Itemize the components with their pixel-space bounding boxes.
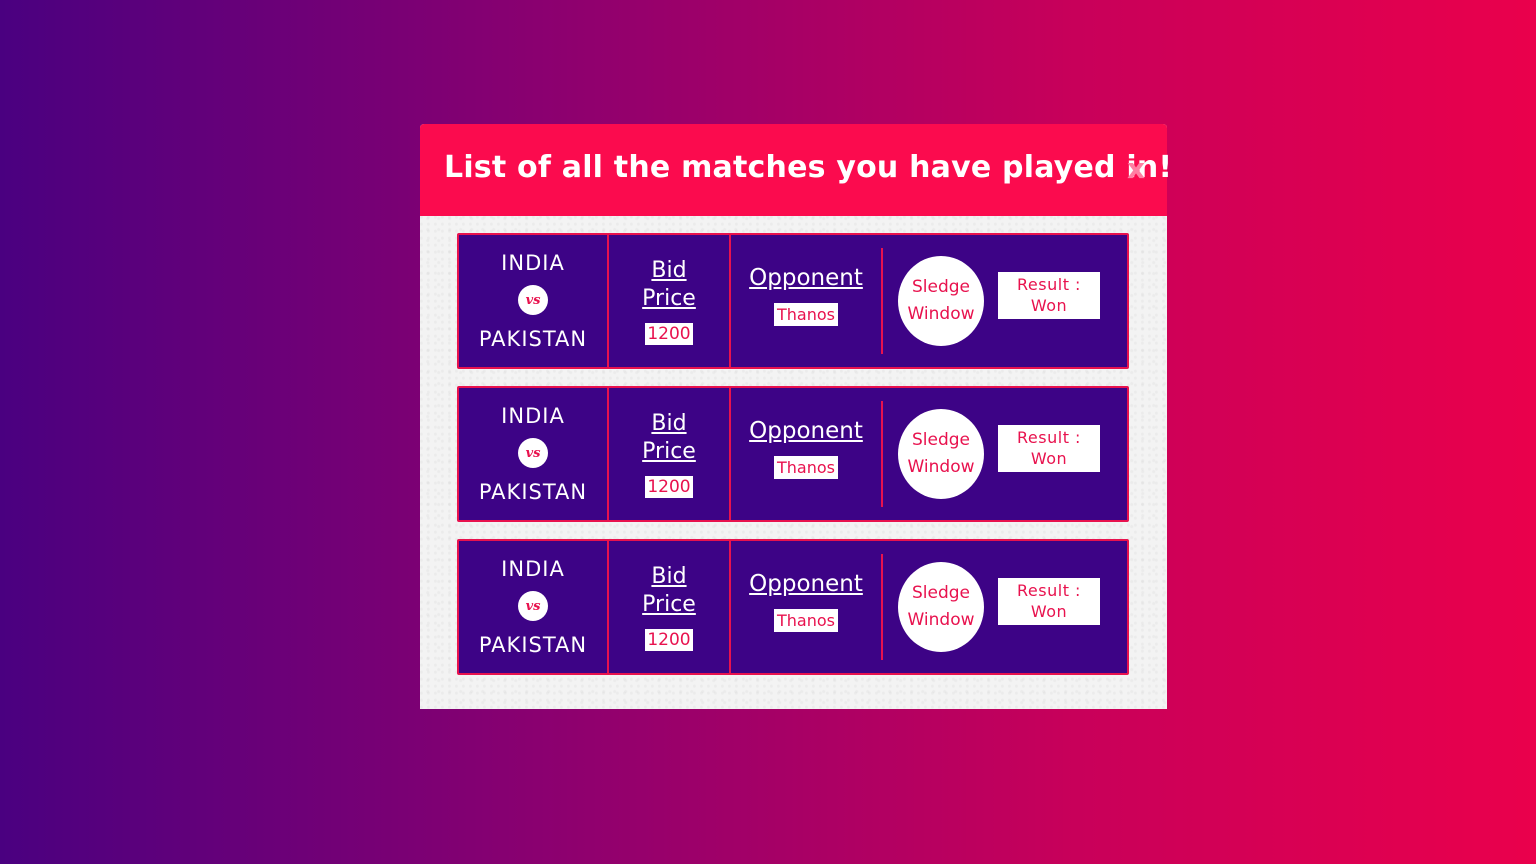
result-label: Result : [1017, 581, 1081, 600]
opponent-column: Opponent Thanos [731, 223, 881, 367]
team-b-name: PAKISTAN [478, 633, 588, 657]
sledge-window-button[interactable]: Sledge Window [898, 256, 984, 346]
result-label: Result : [1017, 428, 1081, 447]
result-value: Won [1030, 449, 1068, 468]
opponent-label: Opponent [749, 264, 863, 291]
opponent-column: Opponent Thanos [731, 376, 881, 520]
result-box: Result : Won [998, 424, 1100, 472]
bid-column: Bid Price 1200 [609, 388, 731, 520]
opponent-value: Thanos [774, 608, 838, 632]
opponent-value: Thanos [774, 302, 838, 326]
sledge-window-button[interactable]: Sledge Window [898, 409, 984, 499]
result-box: Result : Won [998, 577, 1100, 625]
matches-modal: List of all the matches you have played … [420, 124, 1172, 709]
vs-badge: vs [518, 285, 548, 315]
team-b-name: PAKISTAN [478, 327, 588, 351]
bid-column: Bid Price 1200 [609, 541, 731, 673]
result-value: Won [1030, 296, 1068, 315]
bid-price-value: 1200 [645, 476, 693, 498]
bid-column: Bid Price 1200 [609, 235, 731, 367]
close-button[interactable]: x [1127, 152, 1145, 185]
match-card: INDIA vs PAKISTAN Bid Price 1200 Opponen… [457, 233, 1129, 369]
bid-price-value: 1200 [645, 323, 693, 345]
teams-column: INDIA vs PAKISTAN [459, 541, 609, 673]
teams-column: INDIA vs PAKISTAN [459, 388, 609, 520]
opponent-value: Thanos [774, 455, 838, 479]
match-list: INDIA vs PAKISTAN Bid Price 1200 Opponen… [457, 233, 1129, 692]
vs-badge: vs [518, 438, 548, 468]
team-b-name: PAKISTAN [478, 480, 588, 504]
column-divider [881, 401, 883, 507]
column-divider [881, 248, 883, 354]
bid-price-label: Bid Price [642, 258, 696, 311]
modal-title: List of all the matches you have played … [444, 150, 1173, 185]
bid-price-label: Bid Price [642, 411, 696, 464]
team-a-name: INDIA [501, 251, 565, 275]
opponent-label: Opponent [749, 570, 863, 597]
result-box: Result : Won [998, 271, 1100, 319]
match-card: INDIA vs PAKISTAN Bid Price 1200 Opponen… [457, 539, 1129, 675]
sledge-window-button[interactable]: Sledge Window [898, 562, 984, 652]
opponent-label: Opponent [749, 417, 863, 444]
bid-price-label: Bid Price [642, 564, 696, 617]
column-divider [881, 554, 883, 660]
team-a-name: INDIA [501, 404, 565, 428]
result-label: Result : [1017, 275, 1081, 294]
opponent-column: Opponent Thanos [731, 529, 881, 673]
bid-price-value: 1200 [645, 629, 693, 651]
teams-column: INDIA vs PAKISTAN [459, 235, 609, 367]
match-card: INDIA vs PAKISTAN Bid Price 1200 Opponen… [457, 386, 1129, 522]
vs-badge: vs [518, 591, 548, 621]
result-value: Won [1030, 602, 1068, 621]
modal-header: List of all the matches you have played … [420, 124, 1172, 216]
team-a-name: INDIA [501, 557, 565, 581]
